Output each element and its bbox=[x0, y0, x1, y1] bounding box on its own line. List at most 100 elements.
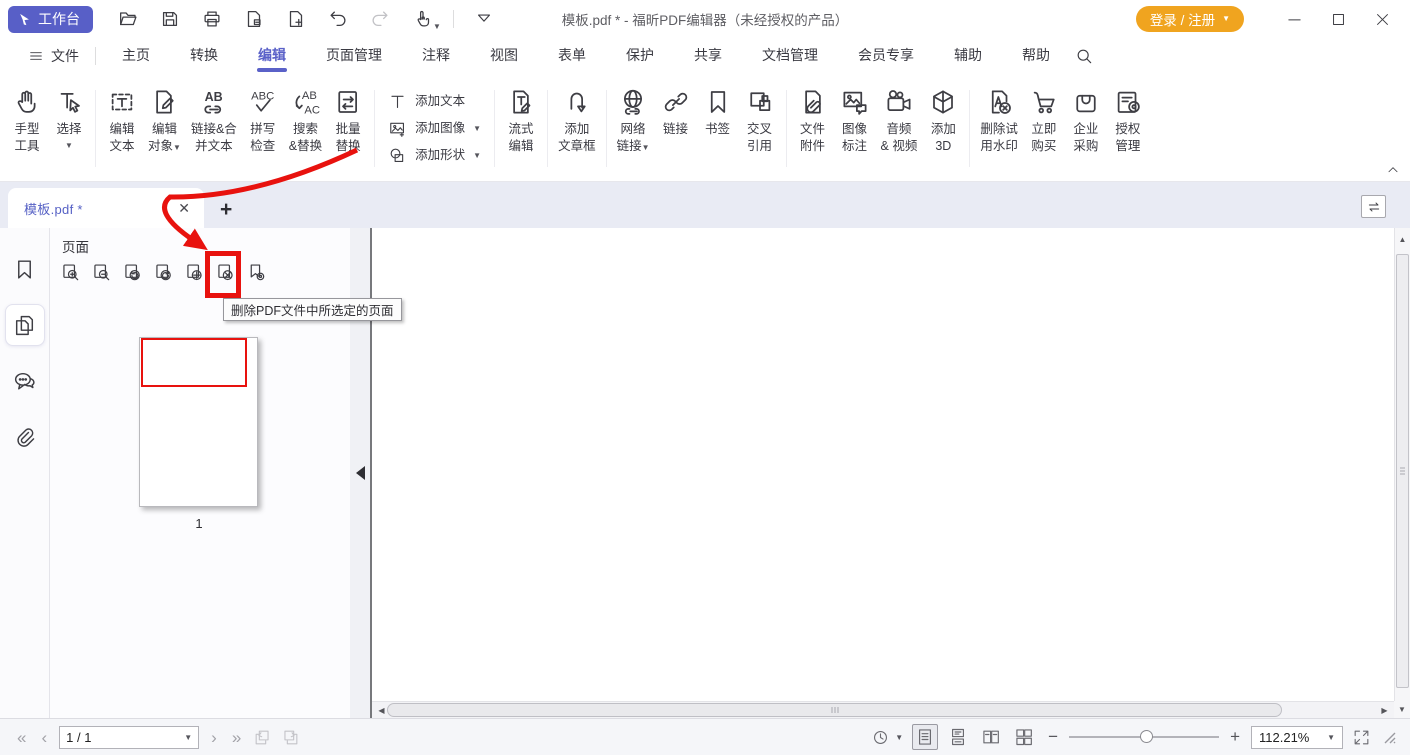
horizontal-scrollbar-thumb[interactable] bbox=[387, 703, 1282, 717]
page-zoom-out-button[interactable] bbox=[91, 262, 112, 286]
delete-page-button[interactable] bbox=[215, 262, 236, 286]
page-display-options-button[interactable] bbox=[246, 262, 267, 286]
save-file-button[interactable] bbox=[159, 8, 181, 30]
document-view-area[interactable]: ▲ ◀ ▶ ▼ bbox=[372, 228, 1410, 718]
menu-item-9[interactable]: 共享 bbox=[674, 38, 742, 74]
menu-item-10[interactable]: 文档管理 bbox=[742, 38, 838, 74]
open-file-button[interactable] bbox=[117, 8, 139, 30]
menu-item-7[interactable]: 表单 bbox=[538, 38, 606, 74]
menu-item-file[interactable]: 文件 bbox=[28, 46, 95, 66]
scroll-right-button[interactable]: ▶ bbox=[1377, 702, 1392, 719]
login-register-button[interactable]: 登录 / 注册 ▼ bbox=[1136, 6, 1244, 32]
zoom-level-combobox[interactable]: 112.21% ▼ bbox=[1251, 726, 1343, 749]
scroll-down-button[interactable]: ▼ bbox=[1394, 701, 1410, 718]
ribbon-bookmark-button[interactable]: 书签 bbox=[697, 80, 739, 142]
ribbon-remove-trial-watermark-button[interactable]: 删除试 用水印 bbox=[975, 80, 1023, 158]
ribbon-flow-edit-button[interactable]: 流式 编辑 bbox=[500, 80, 542, 158]
menu-item-5[interactable]: 注释 bbox=[402, 38, 470, 74]
ribbon-add-shape-button[interactable]: 添加形状▼ bbox=[388, 146, 481, 165]
ribbon-add-text-button[interactable]: 添加文本 bbox=[388, 92, 481, 111]
ribbon-file-attachment-button[interactable]: 文件 附件 bbox=[792, 80, 834, 158]
prev-page-button[interactable]: ‹ bbox=[38, 729, 50, 746]
switch-tabs-button[interactable] bbox=[1361, 195, 1386, 218]
continuous-view-button[interactable] bbox=[945, 724, 971, 750]
dock-bookmarks-panel-button[interactable] bbox=[5, 248, 45, 290]
ribbon-image-annotation-button[interactable]: 图像 标注 bbox=[834, 80, 876, 158]
ribbon-link-merge-text-button[interactable]: AB链接&合 并文本 bbox=[186, 80, 242, 158]
read-mode-timer-button[interactable]: ▼ bbox=[871, 728, 903, 747]
single-page-view-button[interactable] bbox=[912, 724, 938, 750]
menu-item-8[interactable]: 保护 bbox=[606, 38, 674, 74]
minimize-button[interactable] bbox=[1272, 0, 1316, 38]
window-resize-grip[interactable] bbox=[1382, 730, 1396, 744]
create-pdf-button[interactable] bbox=[285, 8, 307, 30]
ribbon-enterprise-purchase-button[interactable]: 企业 采购 bbox=[1065, 80, 1107, 158]
zoom-slider-thumb[interactable] bbox=[1140, 730, 1153, 743]
horizontal-scrollbar[interactable]: ◀ ▶ bbox=[372, 701, 1394, 718]
rotate-page-left-button[interactable] bbox=[122, 262, 143, 286]
ribbon-spell-check-button[interactable]: ABC拼写 检查 bbox=[242, 80, 284, 158]
menu-item-13[interactable]: 帮助 bbox=[1002, 38, 1070, 74]
first-page-button[interactable]: « bbox=[14, 729, 29, 746]
menu-item-12[interactable]: 辅助 bbox=[934, 38, 1002, 74]
new-tab-button[interactable]: + bbox=[214, 198, 238, 222]
insert-page-button[interactable] bbox=[184, 262, 205, 286]
previous-view-button[interactable] bbox=[253, 728, 272, 747]
menu-item-11[interactable]: 会员专享 bbox=[838, 38, 934, 74]
page-zoom-in-button[interactable] bbox=[60, 262, 81, 286]
panel-collapse-strip[interactable] bbox=[350, 228, 372, 718]
next-page-button[interactable]: › bbox=[208, 729, 220, 746]
collapse-ribbon-button[interactable] bbox=[1386, 163, 1400, 177]
dock-attachments-panel-button[interactable] bbox=[5, 416, 45, 458]
maximize-button[interactable] bbox=[1316, 0, 1360, 38]
facing-continuous-view-button[interactable] bbox=[1011, 724, 1037, 750]
zoom-out-button[interactable]: − bbox=[1046, 727, 1060, 747]
undo-button[interactable] bbox=[327, 8, 349, 30]
ribbon-audio-video-button[interactable]: 音频 & 视频 bbox=[876, 80, 923, 158]
ribbon-batch-replace-button[interactable]: 批量 替换 bbox=[327, 80, 369, 158]
vertical-scrollbar-thumb[interactable] bbox=[1396, 254, 1409, 688]
customize-quick-access-button[interactable] bbox=[474, 8, 496, 30]
ribbon-edit-object-button[interactable]: 编辑 对象▼ bbox=[143, 80, 186, 158]
menu-item-3[interactable]: 编辑 bbox=[238, 38, 306, 74]
ribbon-cross-reference-button[interactable]: 交叉 引用 bbox=[739, 80, 781, 158]
tab-close-icon[interactable]: ✕ bbox=[174, 198, 194, 219]
search-icon[interactable] bbox=[1074, 46, 1094, 66]
ribbon-select-tool-button[interactable]: 选择▼ bbox=[48, 80, 90, 154]
touch-mode-button[interactable]: ▼ bbox=[411, 8, 433, 30]
rotate-page-right-button[interactable] bbox=[153, 262, 174, 286]
ribbon-add-3d-button[interactable]: 添加 3D bbox=[922, 80, 964, 158]
ribbon-item-label: 企业 采购 bbox=[1073, 121, 1098, 154]
ribbon-link-button[interactable]: 链接 bbox=[655, 80, 697, 142]
next-view-button[interactable] bbox=[281, 728, 300, 747]
ribbon-hand-tool-button[interactable]: 手型 工具 bbox=[6, 80, 48, 158]
document-tab[interactable]: 模板.pdf * ✕ bbox=[8, 188, 204, 228]
zoom-slider[interactable] bbox=[1069, 727, 1219, 747]
menu-item-1[interactable]: 主页 bbox=[102, 38, 170, 74]
close-document-button[interactable] bbox=[243, 8, 265, 30]
ribbon-license-management-button[interactable]: 授权 管理 bbox=[1107, 80, 1149, 158]
ribbon-add-image-button[interactable]: 添加图像▼ bbox=[388, 119, 481, 138]
ribbon-web-link-button[interactable]: 网络 链接▼ bbox=[612, 80, 655, 158]
last-page-button[interactable]: » bbox=[229, 729, 244, 746]
scroll-up-button[interactable]: ▲ bbox=[1395, 231, 1410, 248]
zoom-in-button[interactable]: + bbox=[1228, 727, 1242, 747]
ribbon-add-article-box-button[interactable]: 添加 文章框 bbox=[553, 80, 601, 158]
dock-comments-panel-button[interactable] bbox=[5, 360, 45, 402]
ribbon-buy-now-button[interactable]: 立即 购买 bbox=[1023, 80, 1065, 158]
workspace-button[interactable]: 工作台 bbox=[8, 6, 93, 33]
vertical-scrollbar[interactable]: ▲ bbox=[1394, 228, 1410, 701]
page-thumbnail[interactable] bbox=[139, 337, 258, 507]
close-button[interactable] bbox=[1360, 0, 1404, 38]
full-screen-button[interactable] bbox=[1352, 728, 1371, 747]
ribbon-search-replace-button[interactable]: ABAC搜索 &替换 bbox=[284, 80, 327, 158]
menu-item-6[interactable]: 视图 bbox=[470, 38, 538, 74]
print-button[interactable] bbox=[201, 8, 223, 30]
page-number-combobox[interactable]: 1 / 1 ▼ bbox=[59, 726, 199, 749]
dock-pages-panel-button[interactable] bbox=[5, 304, 45, 346]
menu-item-4[interactable]: 页面管理 bbox=[306, 38, 402, 74]
ribbon-edit-text-button[interactable]: 编辑 文本 bbox=[101, 80, 143, 158]
redo-button[interactable] bbox=[369, 8, 391, 30]
facing-view-button[interactable] bbox=[978, 724, 1004, 750]
menu-item-2[interactable]: 转换 bbox=[170, 38, 238, 74]
